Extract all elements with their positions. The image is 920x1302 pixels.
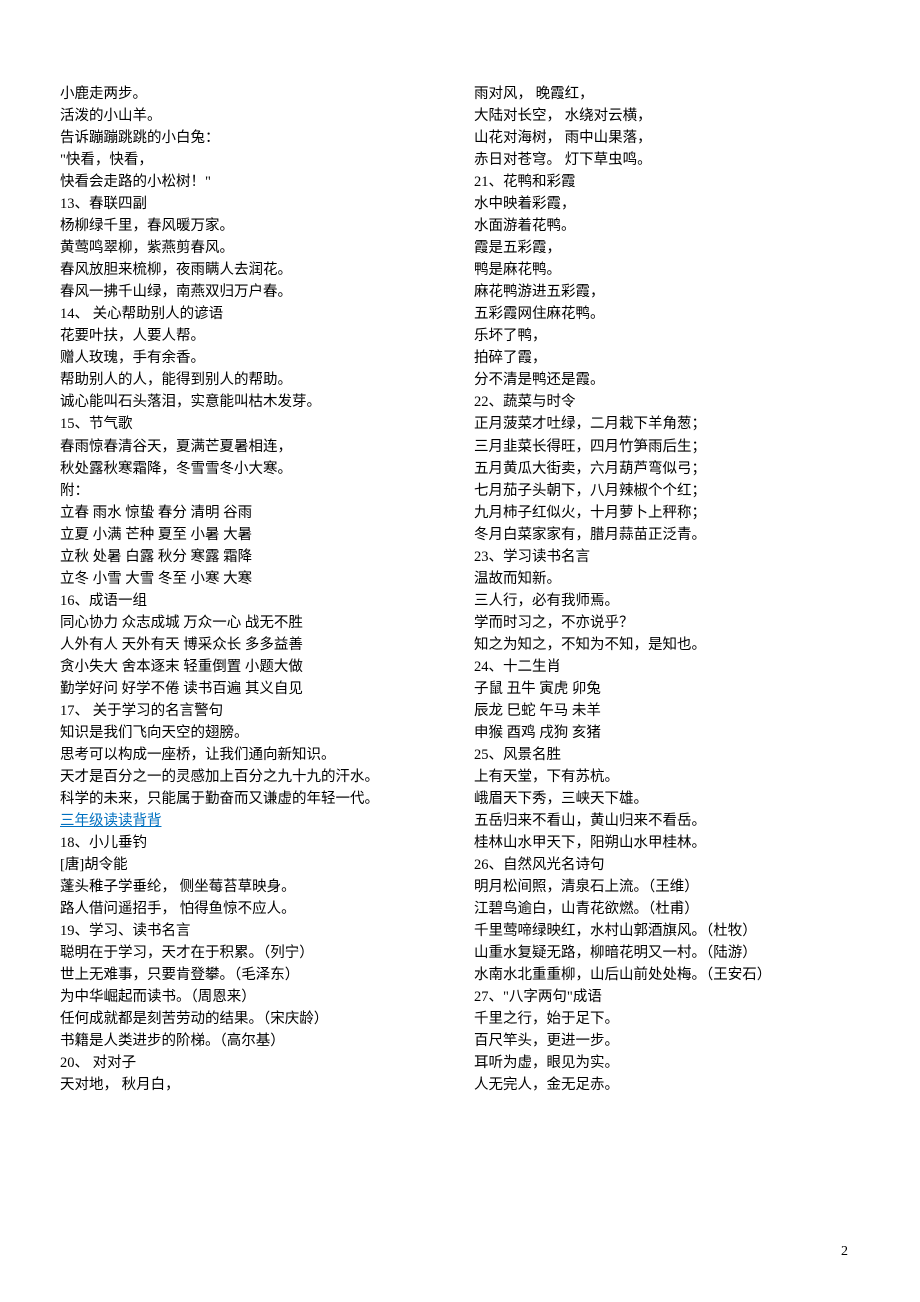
text-line: 科学的未来，只能属于勤奋而又谦虚的年轻一代。 <box>60 788 446 810</box>
text-line: 上有天堂，下有苏杭。 <box>474 766 860 788</box>
text-line: 路人借问遥招手， 怕得鱼惊不应人。 <box>60 898 446 920</box>
text-line: 霞是五彩霞， <box>474 237 860 259</box>
text-line: 蓬头稚子学垂纶， 侧坐莓苔草映身。 <box>60 876 446 898</box>
text-line: 杨柳绿千里，春风暖万家。 <box>60 215 446 237</box>
text-line: 知识是我们飞向天空的翅膀。 <box>60 722 446 744</box>
text-line: 申猴 酉鸡 戌狗 亥猪 <box>474 722 860 744</box>
text-line: 贪小失大 舍本逐末 轻重倒置 小题大做 <box>60 656 446 678</box>
text-line: 山花对海树， 雨中山果落， <box>474 127 860 149</box>
text-line: 秋处露秋寒霜降，冬雪雪冬小大寒。 <box>60 458 446 480</box>
text-line: 活泼的小山羊。 <box>60 105 446 127</box>
left-column: 小鹿走两步。活泼的小山羊。告诉蹦蹦跳跳的小白兔："快看，快看，快看会走路的小松树… <box>60 83 446 1096</box>
text-line: 拍碎了霞， <box>474 347 860 369</box>
text-line: 思考可以构成一座桥，让我们通向新知识。 <box>60 744 446 766</box>
text-line: 18、小儿垂钓 <box>60 832 446 854</box>
text-line: 同心协力 众志成城 万众一心 战无不胜 <box>60 612 446 634</box>
text-line: 九月柿子红似火，十月萝卜上秤称； <box>474 502 860 524</box>
text-line: 立秋 处暑 白露 秋分 寒露 霜降 <box>60 546 446 568</box>
text-line: 分不清是鸭还是霞。 <box>474 369 860 391</box>
text-line: 世上无难事，只要肯登攀。（毛泽东） <box>60 964 446 986</box>
page-number: 2 <box>841 1241 848 1262</box>
text-line: 16、成语一组 <box>60 590 446 612</box>
text-line: 诚心能叫石头落泪，实意能叫枯木发芽。 <box>60 391 446 413</box>
text-line: 附： <box>60 480 446 502</box>
text-line: 春雨惊春清谷天，夏满芒夏暑相连， <box>60 436 446 458</box>
text-line: 26、自然风光名诗句 <box>474 854 860 876</box>
text-line: 麻花鸭游进五彩霞， <box>474 281 860 303</box>
text-line: 19、学习、读书名言 <box>60 920 446 942</box>
text-line: 桂林山水甲天下，阳朔山水甲桂林。 <box>474 832 860 854</box>
text-line: 小鹿走两步。 <box>60 83 446 105</box>
text-line: 立冬 小雪 大雪 冬至 小寒 大寒 <box>60 568 446 590</box>
text-line: 花要叶扶，人要人帮。 <box>60 325 446 347</box>
text-line: 24、十二生肖 <box>474 656 860 678</box>
text-line: 书籍是人类进步的阶梯。（高尔基） <box>60 1030 446 1052</box>
text-line: 冬月白菜家家有，腊月蒜苗正泛青。 <box>474 524 860 546</box>
text-line: 天对地， 秋月白， <box>60 1074 446 1096</box>
text-line: 子鼠 丑牛 寅虎 卯兔 <box>474 678 860 700</box>
text-line: 13、春联四副 <box>60 193 446 215</box>
text-line: 春风放胆来梳柳，夜雨瞒人去润花。 <box>60 259 446 281</box>
document-page: 小鹿走两步。活泼的小山羊。告诉蹦蹦跳跳的小白兔："快看，快看，快看会走路的小松树… <box>0 0 920 1302</box>
text-line: 帮助别人的人，能得到别人的帮助。 <box>60 369 446 391</box>
text-line: 百尺竿头，更进一步。 <box>474 1030 860 1052</box>
text-line: 三人行，必有我师焉。 <box>474 590 860 612</box>
text-line: 三年级读读背背 <box>60 810 446 832</box>
text-line: 七月茄子头朝下，八月辣椒个个红； <box>474 480 860 502</box>
text-line: 立夏 小满 芒种 夏至 小暑 大暑 <box>60 524 446 546</box>
text-line: 17、 关于学习的名言警句 <box>60 700 446 722</box>
text-line: 耳听为虚，眼见为实。 <box>474 1052 860 1074</box>
column-container: 小鹿走两步。活泼的小山羊。告诉蹦蹦跳跳的小白兔："快看，快看，快看会走路的小松树… <box>60 83 860 1096</box>
text-line: 23、学习读书名言 <box>474 546 860 568</box>
text-line: 任何成就都是刻苦劳动的结果。（宋庆龄） <box>60 1008 446 1030</box>
text-line: 黄莺鸣翠柳，紫燕剪春风。 <box>60 237 446 259</box>
text-line: 山重水复疑无路，柳暗花明又一村。（陆游） <box>474 942 860 964</box>
text-line: 正月菠菜才吐绿，二月栽下羊角葱； <box>474 413 860 435</box>
text-line: 千里莺啼绿映红，水村山郭酒旗风。（杜牧） <box>474 920 860 942</box>
right-column: 雨对风， 晚霞红，大陆对长空， 水绕对云横，山花对海树， 雨中山果落，赤日对苍穹… <box>474 83 860 1096</box>
text-line: 三月韭菜长得旺，四月竹笋雨后生； <box>474 436 860 458</box>
text-line: 25、风景名胜 <box>474 744 860 766</box>
text-line: 鸭是麻花鸭。 <box>474 259 860 281</box>
text-line: 天才是百分之一的灵感加上百分之九十九的汗水。 <box>60 766 446 788</box>
text-line: 峨眉天下秀，三峡天下雄。 <box>474 788 860 810</box>
text-line: 为中华崛起而读书。（周恩来） <box>60 986 446 1008</box>
text-line: 水南水北重重柳，山后山前处处梅。（王安石） <box>474 964 860 986</box>
text-line: 人外有人 天外有天 博采众长 多多益善 <box>60 634 446 656</box>
text-line: 千里之行，始于足下。 <box>474 1008 860 1030</box>
text-line: 勤学好问 好学不倦 读书百遍 其义自见 <box>60 678 446 700</box>
text-line: 乐坏了鸭， <box>474 325 860 347</box>
text-line: [唐]胡令能 <box>60 854 446 876</box>
text-line: 赤日对苍穹。 灯下草虫鸣。 <box>474 149 860 171</box>
text-line: 20、 对对子 <box>60 1052 446 1074</box>
text-line: 21、花鸭和彩霞 <box>474 171 860 193</box>
text-line: 学而时习之，不亦说乎？ <box>474 612 860 634</box>
text-line: "快看，快看， <box>60 149 446 171</box>
text-line: 大陆对长空， 水绕对云横， <box>474 105 860 127</box>
text-line: 温故而知新。 <box>474 568 860 590</box>
text-line: 人无完人，金无足赤。 <box>474 1074 860 1096</box>
text-line: 水中映着彩霞， <box>474 193 860 215</box>
text-line: 快看会走路的小松树！" <box>60 171 446 193</box>
text-line: 27、"八字两句"成语 <box>474 986 860 1008</box>
text-line: 知之为知之，不知为不知，是知也。 <box>474 634 860 656</box>
text-line: 江碧鸟逾白，山青花欲燃。（杜甫） <box>474 898 860 920</box>
text-line: 辰龙 巳蛇 午马 未羊 <box>474 700 860 722</box>
text-line: 五岳归来不看山，黄山归来不看岳。 <box>474 810 860 832</box>
text-line: 告诉蹦蹦跳跳的小白兔： <box>60 127 446 149</box>
text-line: 春风一拂千山绿，南燕双归万户春。 <box>60 281 446 303</box>
text-line: 水面游着花鸭。 <box>474 215 860 237</box>
text-line: 22、蔬菜与时令 <box>474 391 860 413</box>
text-line: 五月黄瓜大街卖，六月葫芦弯似弓； <box>474 458 860 480</box>
text-line: 雨对风， 晚霞红， <box>474 83 860 105</box>
text-line: 立春 雨水 惊蛰 春分 清明 谷雨 <box>60 502 446 524</box>
text-line: 15、节气歌 <box>60 413 446 435</box>
text-line: 五彩霞网住麻花鸭。 <box>474 303 860 325</box>
text-line: 14、 关心帮助别人的谚语 <box>60 303 446 325</box>
text-line: 赠人玫瑰，手有余香。 <box>60 347 446 369</box>
text-line: 明月松间照，清泉石上流。（王维） <box>474 876 860 898</box>
text-line: 聪明在于学习，天才在于积累。（列宁） <box>60 942 446 964</box>
